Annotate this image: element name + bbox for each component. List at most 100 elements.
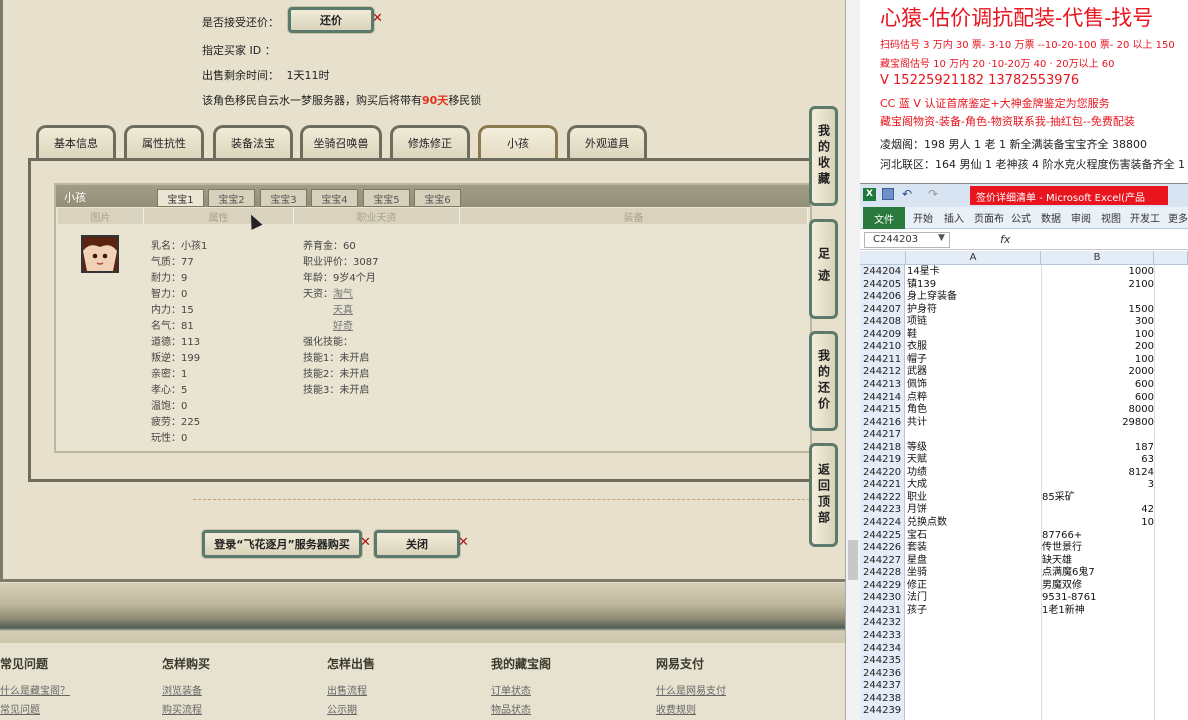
tab-appearance[interactable]: 外观道具: [567, 125, 647, 158]
cell-b[interactable]: 600: [1042, 379, 1154, 392]
cell-b[interactable]: 87766+: [1042, 530, 1154, 543]
cell-a[interactable]: 帽子: [907, 354, 927, 367]
tab-basic-info[interactable]: 基本信息: [36, 125, 116, 158]
cell-b[interactable]: 63: [1042, 454, 1154, 467]
side-footprint-button[interactable]: 足迹: [809, 219, 838, 319]
cell-b[interactable]: 10: [1042, 517, 1154, 530]
sheet-row[interactable]: 244225 宝石 87766+: [860, 530, 1188, 543]
ribbon-tab-pagelayout[interactable]: 页面布: [974, 210, 1004, 225]
cell-b[interactable]: 100: [1042, 329, 1154, 342]
fx-icon[interactable]: fx: [1000, 233, 1010, 246]
footer-link[interactable]: 常见问题: [0, 701, 40, 716]
tab-attributes[interactable]: 属性抗性: [124, 125, 204, 158]
cell-a[interactable]: 14星卡: [907, 266, 940, 279]
side-back-to-top-button[interactable]: 返回顶部: [809, 443, 838, 547]
cell-b[interactable]: 男魔双修: [1042, 580, 1154, 593]
select-all-corner[interactable]: [860, 251, 906, 265]
sheet-row[interactable]: 244216 共计 29800: [860, 417, 1188, 430]
save-icon[interactable]: [882, 188, 894, 200]
side-my-offers-button[interactable]: 我的还价: [809, 331, 838, 431]
cell-a[interactable]: 项链: [907, 316, 927, 329]
sheet-row[interactable]: 244220 功绩 8124: [860, 467, 1188, 480]
vertical-scrollbar[interactable]: [845, 0, 860, 720]
row-number[interactable]: 244231: [863, 605, 905, 618]
cell-b[interactable]: 8000: [1042, 404, 1154, 417]
row-number[interactable]: 244238: [863, 693, 905, 706]
cell-a[interactable]: 等级: [907, 442, 927, 455]
cell-a[interactable]: 大成: [907, 479, 927, 492]
cell-a[interactable]: 宝石: [907, 530, 927, 543]
row-number[interactable]: 244236: [863, 668, 905, 681]
row-number[interactable]: 244212: [863, 366, 905, 379]
row-number[interactable]: 244229: [863, 580, 905, 593]
ribbon-tab-more[interactable]: 更多: [1168, 210, 1188, 225]
cell-a[interactable]: 套装: [907, 542, 927, 555]
row-number[interactable]: 244205: [863, 279, 905, 292]
ribbon-tab-developer[interactable]: 开发工: [1130, 210, 1160, 225]
cell-a[interactable]: 共计: [907, 417, 927, 430]
cell-a[interactable]: 功绩: [907, 467, 927, 480]
cell-a[interactable]: 天赋: [907, 454, 927, 467]
cell-b[interactable]: 2000: [1042, 366, 1154, 379]
row-number[interactable]: 244216: [863, 417, 905, 430]
cell-b[interactable]: 29800: [1042, 417, 1154, 430]
ribbon-tab-file[interactable]: 文件: [863, 207, 905, 229]
sheet-row[interactable]: 244234: [860, 643, 1188, 656]
baby-tab-1[interactable]: 宝宝1: [157, 189, 204, 207]
cell-a[interactable]: 月饼: [907, 504, 927, 517]
cell-b[interactable]: 点满魔6鬼7: [1042, 567, 1154, 580]
sheet-row[interactable]: 244229 修正 男魔双修: [860, 580, 1188, 593]
sheet-row[interactable]: 244226 套装 传世景行: [860, 542, 1188, 555]
footer-link[interactable]: 收费规则: [656, 701, 696, 716]
sheet-row[interactable]: 244213 佩饰 600: [860, 379, 1188, 392]
baby-tab-5[interactable]: 宝宝5: [363, 189, 410, 207]
sheet-row[interactable]: 244236: [860, 668, 1188, 681]
footer-link[interactable]: 公示期: [327, 701, 357, 716]
row-number[interactable]: 244237: [863, 680, 905, 693]
sheet-row[interactable]: 244211 帽子 100: [860, 354, 1188, 367]
cell-b[interactable]: 200: [1042, 341, 1154, 354]
buy-on-server-button[interactable]: 登录“飞花逐月”服务器购买: [202, 530, 362, 558]
ribbon-tab-insert[interactable]: 插入: [944, 210, 964, 225]
baby-tab-3[interactable]: 宝宝3: [260, 189, 307, 207]
sheet-row[interactable]: 244228 坐骑 点满魔6鬼7: [860, 567, 1188, 580]
talent-link-3[interactable]: 好奇: [333, 317, 353, 332]
row-number[interactable]: 244233: [863, 630, 905, 643]
row-number[interactable]: 244208: [863, 316, 905, 329]
row-number[interactable]: 244209: [863, 329, 905, 342]
row-number[interactable]: 244206: [863, 291, 905, 304]
sheet-row[interactable]: 244224 兑换点数 10: [860, 517, 1188, 530]
row-number[interactable]: 244230: [863, 592, 905, 605]
footer-link[interactable]: 什么是网易支付: [656, 682, 726, 697]
row-number[interactable]: 244235: [863, 655, 905, 668]
redo-icon[interactable]: ↷: [928, 187, 938, 201]
column-header-b[interactable]: B: [1041, 251, 1154, 265]
row-number[interactable]: 244221: [863, 479, 905, 492]
cell-a[interactable]: 兑换点数: [907, 517, 947, 530]
sheet-row[interactable]: 244210 衣服 200: [860, 341, 1188, 354]
sheet-row[interactable]: 244204 14星卡 1000: [860, 266, 1188, 279]
ribbon-tab-view[interactable]: 视图: [1101, 210, 1121, 225]
footer-link[interactable]: 出售流程: [327, 682, 367, 697]
sheet-row[interactable]: 244209 鞋 100: [860, 329, 1188, 342]
footer-link[interactable]: 物品状态: [491, 701, 531, 716]
close-button[interactable]: 关闭: [374, 530, 460, 558]
row-number[interactable]: 244217: [863, 429, 905, 442]
cell-a[interactable]: 坐骑: [907, 567, 927, 580]
sheet-row[interactable]: 244207 护身符 1500: [860, 304, 1188, 317]
sheet-row[interactable]: 244214 点粹 600: [860, 392, 1188, 405]
sheet-row[interactable]: 244227 星盘 缺天雄: [860, 555, 1188, 568]
row-number[interactable]: 244219: [863, 454, 905, 467]
undo-icon[interactable]: ↶: [902, 187, 912, 201]
column-header-c[interactable]: [1154, 251, 1188, 265]
sheet-row[interactable]: 244231 孩子 1老1新神: [860, 605, 1188, 618]
close-x-icon[interactable]: ✕: [458, 535, 469, 550]
cell-b[interactable]: 187: [1042, 442, 1154, 455]
cell-b[interactable]: 85采矿: [1042, 492, 1154, 505]
row-number[interactable]: 244210: [863, 341, 905, 354]
sheet-row[interactable]: 244232: [860, 617, 1188, 630]
ribbon-tab-data[interactable]: 数据: [1041, 210, 1061, 225]
cell-a[interactable]: 职业: [907, 492, 927, 505]
cell-b[interactable]: 传世景行: [1042, 542, 1154, 555]
cell-b[interactable]: 8124: [1042, 467, 1154, 480]
